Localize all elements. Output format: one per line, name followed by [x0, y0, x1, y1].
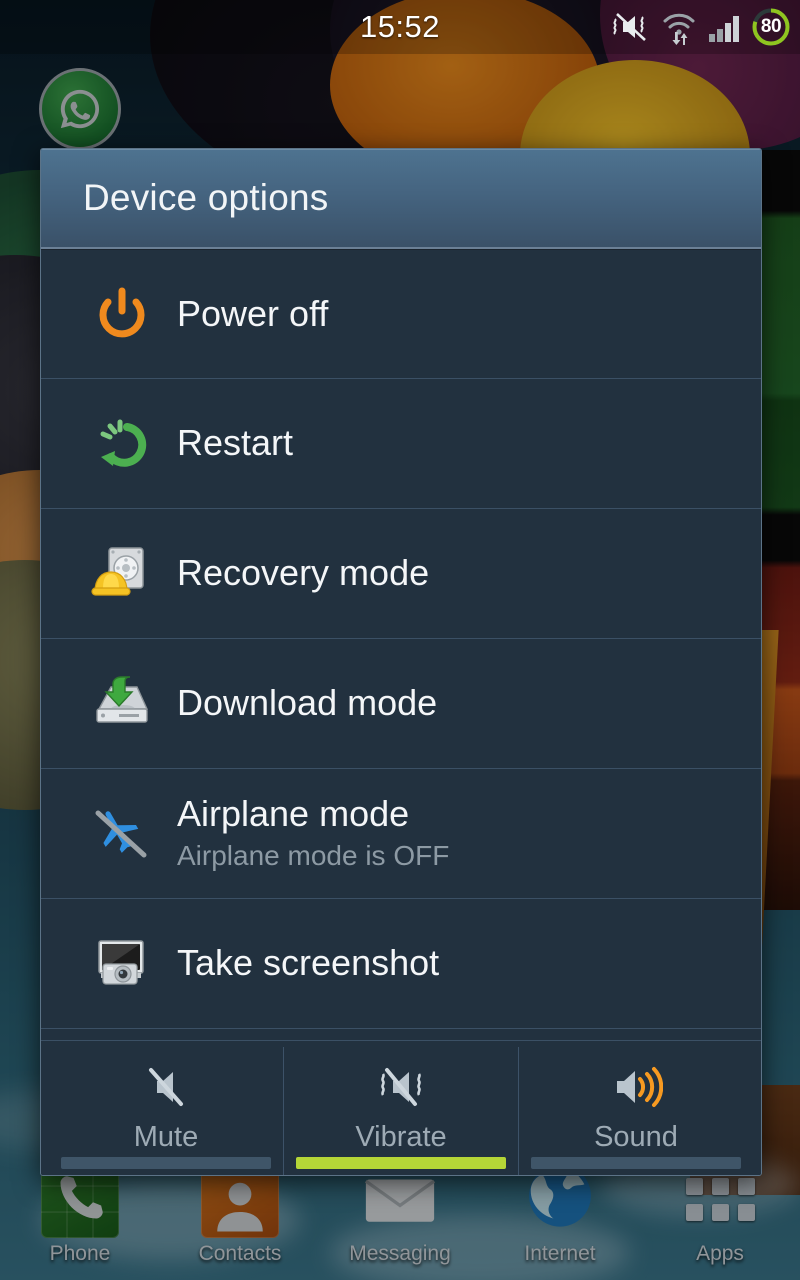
take-screenshot-icon: [79, 933, 165, 995]
restart-icon: [79, 413, 165, 475]
ringer-mode-indicator: [61, 1157, 271, 1169]
option-recovery-mode[interactable]: Recovery mode: [41, 509, 761, 639]
option-airplane-mode[interactable]: Airplane mode Airplane mode is OFF: [41, 769, 761, 899]
vibrate-icon: [371, 1059, 431, 1115]
option-sublabel: Airplane mode is OFF: [177, 839, 450, 871]
status-icons: 80: [611, 0, 792, 54]
option-take-screenshot[interactable]: Take screenshot: [41, 899, 761, 1029]
mute-icon: [141, 1059, 191, 1115]
ringer-mode-label: Sound: [594, 1121, 678, 1153]
option-label: Download mode: [177, 682, 438, 724]
option-label: Airplane mode: [177, 793, 410, 835]
power-off-icon: [79, 283, 165, 345]
option-label: Restart: [177, 422, 294, 464]
option-label: Recovery mode: [177, 552, 430, 594]
sound-icon: [609, 1059, 663, 1115]
signal-bars-icon: [709, 16, 739, 42]
ringer-mode-label: Mute: [133, 1121, 199, 1153]
wifi-transfer-icon: [663, 13, 695, 45]
device-options-list: Power off Restart Recovery mode Download…: [41, 249, 761, 1040]
ringer-mode-mute[interactable]: Mute: [49, 1047, 283, 1175]
option-label: Take screenshot: [177, 942, 440, 984]
device-options-dialog: Device options Power off Restart Recover…: [40, 148, 762, 1176]
ringer-mode-row: Mute Vibrate Sound: [41, 1040, 761, 1175]
ringer-mode-label: Vibrate: [355, 1121, 447, 1153]
ringer-mode-indicator: [531, 1157, 741, 1169]
download-mode-icon: [79, 673, 165, 735]
vibrate-off-icon: [613, 13, 646, 41]
option-label: Power off: [177, 292, 329, 334]
battery-icon: 80: [750, 6, 792, 48]
dialog-title: Device options: [83, 177, 329, 218]
dialog-header: Device options: [41, 149, 761, 249]
status-bar: 15:52 80: [0, 0, 800, 54]
ringer-mode-sound[interactable]: Sound: [518, 1047, 753, 1175]
ringer-mode-indicator-selected: [296, 1157, 506, 1169]
ringer-mode-vibrate[interactable]: Vibrate: [283, 1047, 518, 1175]
recovery-mode-icon: [79, 543, 165, 605]
option-restart[interactable]: Restart: [41, 379, 761, 509]
option-power-off[interactable]: Power off: [41, 249, 761, 379]
battery-percent: 80: [760, 16, 782, 37]
option-download-mode[interactable]: Download mode: [41, 639, 761, 769]
airplane-mode-icon: [79, 803, 165, 865]
